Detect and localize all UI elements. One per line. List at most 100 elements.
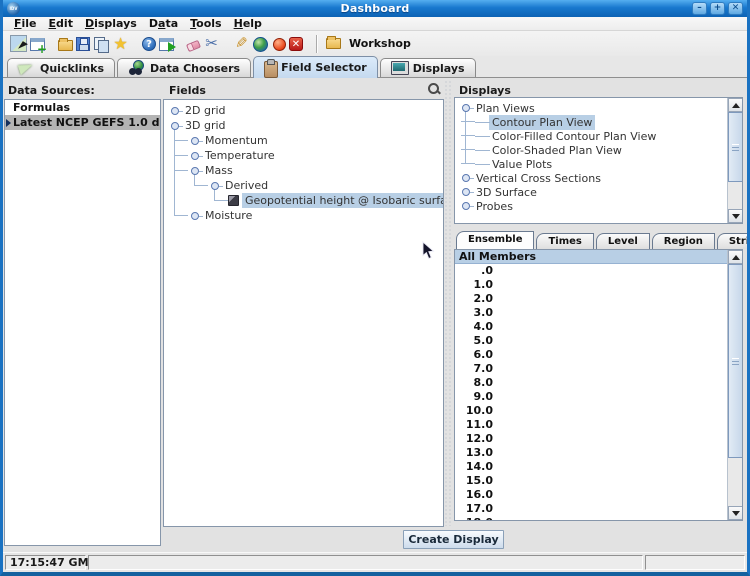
- tree-expanded-handle[interactable]: [459, 101, 473, 115]
- new-display-window-icon[interactable]: [30, 38, 45, 51]
- tree-node-color-shaded-plan-view[interactable]: Color-Shaded Plan View: [455, 143, 727, 157]
- tree-collapsed-handle[interactable]: [188, 133, 202, 148]
- create-display-button[interactable]: Create Display: [403, 530, 504, 549]
- tree-collapsed-handle[interactable]: [168, 103, 182, 118]
- tree-node-mass[interactable]: Mass: [164, 163, 443, 178]
- member-row[interactable]: 6.0: [455, 348, 727, 362]
- tree-node-2d-grid[interactable]: 2D grid: [164, 103, 443, 118]
- scrollbar-thumb[interactable]: [728, 112, 743, 182]
- menu-displays[interactable]: Displays: [79, 17, 143, 30]
- tree-node-derived[interactable]: Derived: [164, 178, 443, 193]
- edit-pencil-icon[interactable]: ✎: [233, 35, 250, 52]
- member-row[interactable]: 9.0: [455, 390, 727, 404]
- maximize-button[interactable]: +: [710, 2, 725, 15]
- tree-node-probes[interactable]: Probes: [455, 199, 727, 213]
- tree-collapsed-handle[interactable]: [459, 171, 473, 185]
- cut-icon[interactable]: ✂: [203, 35, 220, 52]
- tab-displays[interactable]: Displays: [380, 58, 476, 77]
- minimize-button[interactable]: –: [692, 2, 707, 15]
- tree-node-3d-surface[interactable]: 3D Surface: [455, 185, 727, 199]
- member-list-scrollbar[interactable]: [727, 250, 742, 520]
- displays-tree-scrollbar[interactable]: [727, 98, 742, 223]
- menu-file[interactable]: File: [8, 17, 43, 30]
- member-row[interactable]: 10.0: [455, 404, 727, 418]
- member-row[interactable]: 17.0: [455, 502, 727, 516]
- tree-node-plan-views[interactable]: Plan Views: [455, 101, 727, 115]
- member-row[interactable]: 5.0: [455, 334, 727, 348]
- scroll-down-button[interactable]: [728, 209, 743, 223]
- search-icon[interactable]: [428, 83, 441, 96]
- data-sources-list: FormulasLatest NCEP GEFS 1.0 degree: [4, 99, 161, 546]
- record-icon[interactable]: [273, 38, 286, 51]
- member-row[interactable]: 4.0: [455, 320, 727, 334]
- show-dashboard-icon[interactable]: [10, 35, 27, 52]
- subtab-level[interactable]: Level: [596, 233, 650, 249]
- all-members-row[interactable]: All Members: [455, 250, 727, 264]
- member-row[interactable]: 1.0: [455, 278, 727, 292]
- tree-node-color-filled-contour-plan-view[interactable]: Color-Filled Contour Plan View: [455, 129, 727, 143]
- close-button[interactable]: ✕: [728, 2, 743, 15]
- member-row[interactable]: .0: [455, 264, 727, 278]
- tree-node-vertical-cross-sections[interactable]: Vertical Cross Sections: [455, 171, 727, 185]
- tree-node-contour-plan-view[interactable]: Contour Plan View: [455, 115, 727, 129]
- copy-icon[interactable]: [93, 37, 109, 52]
- member-row[interactable]: 13.0: [455, 446, 727, 460]
- member-row[interactable]: 11.0: [455, 418, 727, 432]
- displays-tree: Plan ViewsContour Plan ViewColor-Filled …: [455, 98, 727, 223]
- subtab-ensemble[interactable]: Ensemble: [456, 231, 534, 249]
- member-row[interactable]: 12.0: [455, 432, 727, 446]
- tree-expanded-handle[interactable]: [188, 163, 202, 178]
- tree-collapsed-handle[interactable]: [459, 199, 473, 213]
- subtab-times[interactable]: Times: [536, 233, 593, 249]
- data-source-latest-ncep-gefs-1-0-degree[interactable]: Latest NCEP GEFS 1.0 degree: [5, 115, 160, 130]
- data-chooser-icon[interactable]: [159, 38, 174, 51]
- scroll-up-button[interactable]: [728, 250, 743, 264]
- erase-icon[interactable]: [186, 39, 201, 51]
- save-icon[interactable]: [76, 37, 90, 51]
- globe-icon[interactable]: [253, 37, 268, 52]
- menu-tools[interactable]: Tools: [184, 17, 227, 30]
- data-source-formulas[interactable]: Formulas: [5, 100, 160, 115]
- up-arrow-icon: [732, 255, 740, 260]
- tree-node-temperature[interactable]: Temperature: [164, 148, 443, 163]
- tree-node-momentum[interactable]: Momentum: [164, 133, 443, 148]
- tree-collapsed-handle[interactable]: [459, 185, 473, 199]
- favorites-star-icon[interactable]: ★: [112, 35, 129, 52]
- tab-field-selector[interactable]: Field Selector: [253, 56, 378, 78]
- tab-label: Data Choosers: [150, 62, 240, 75]
- workshop-item[interactable]: Workshop: [326, 37, 411, 50]
- tree-node-3d-grid[interactable]: 3D grid: [164, 118, 443, 133]
- member-row[interactable]: 14.0: [455, 460, 727, 474]
- tree-node-moisture[interactable]: Moisture: [164, 208, 443, 223]
- tree-expanded-handle[interactable]: [168, 118, 182, 133]
- tree-node-value-plots[interactable]: Value Plots: [455, 157, 727, 171]
- member-row[interactable]: 3.0: [455, 306, 727, 320]
- menu-help[interactable]: Help: [228, 17, 268, 30]
- member-row[interactable]: 16.0: [455, 488, 727, 502]
- member-row[interactable]: 15.0: [455, 474, 727, 488]
- subtab-stride[interactable]: Stride: [717, 233, 750, 249]
- member-row[interactable]: 8.0: [455, 376, 727, 390]
- scrollbar-thumb[interactable]: [728, 264, 743, 458]
- scroll-up-button[interactable]: [728, 98, 743, 112]
- member-row[interactable]: 7.0: [455, 362, 727, 376]
- stop-icon[interactable]: ✕: [289, 37, 303, 51]
- tree-node-geopotential-height-isobaric-surface[interactable]: Geopotential height @ Isobaric surface: [164, 193, 443, 208]
- menu-edit[interactable]: Edit: [43, 17, 79, 30]
- tree-collapsed-handle[interactable]: [188, 208, 202, 223]
- help-icon[interactable]: ?: [142, 37, 156, 51]
- memory-indicator: [645, 555, 745, 570]
- subtab-region[interactable]: Region: [652, 233, 715, 249]
- panel-splitter[interactable]: [444, 80, 453, 526]
- member-row[interactable]: 2.0: [455, 292, 727, 306]
- open-file-icon[interactable]: [58, 40, 73, 51]
- member-row[interactable]: 18.0: [455, 516, 727, 520]
- scroll-down-button[interactable]: [728, 506, 743, 520]
- quicklinks-icon: [18, 60, 35, 76]
- menu-data[interactable]: Data: [143, 17, 184, 30]
- tree-expanded-handle[interactable]: [208, 178, 222, 193]
- tab-quicklinks[interactable]: Quicklinks: [7, 58, 115, 77]
- tree-collapsed-handle[interactable]: [188, 148, 202, 163]
- titlebar[interactable]: IDV Dashboard – + ✕: [3, 0, 747, 17]
- tab-data-choosers[interactable]: Data Choosers: [117, 58, 251, 77]
